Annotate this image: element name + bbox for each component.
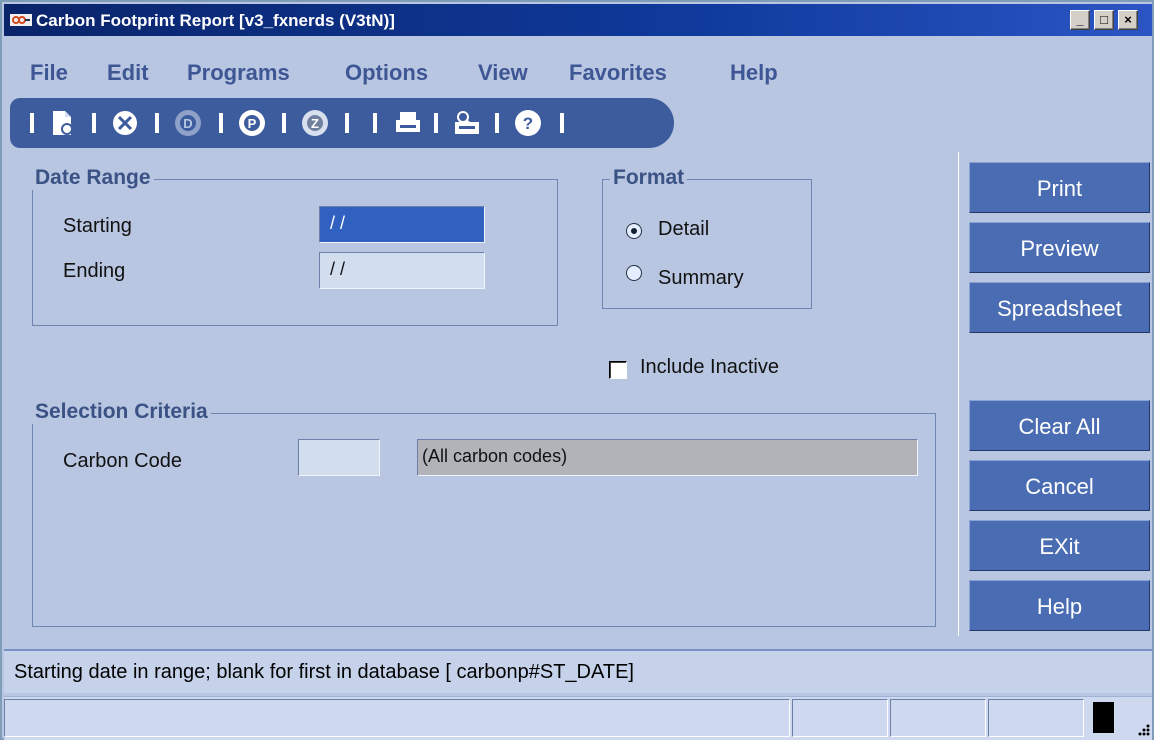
status-pane: [890, 699, 986, 737]
p-icon[interactable]: P: [236, 107, 268, 139]
window-title: Carbon Footprint Report [v3_fxnerds (V3t…: [36, 11, 395, 30]
help-button[interactable]: Help: [969, 580, 1150, 631]
print-icon[interactable]: [392, 107, 424, 139]
summary-label[interactable]: Summary: [658, 267, 744, 290]
toolbar: D P Z ?: [10, 98, 674, 148]
status-indicator-icon: [1093, 702, 1114, 733]
svg-text:?: ?: [523, 114, 533, 133]
carbon-code-label: Carbon Code: [63, 450, 182, 472]
summary-radio[interactable]: [626, 265, 642, 281]
app-logo-icon: [10, 14, 32, 26]
cancel-button[interactable]: Cancel: [969, 460, 1150, 511]
close-button[interactable]: ×: [1118, 10, 1138, 30]
menu-programs[interactable]: Programs: [187, 60, 290, 86]
include-inactive-label[interactable]: Include Inactive: [640, 356, 779, 379]
ending-label: Ending: [63, 260, 126, 282]
new-document-icon[interactable]: [46, 107, 78, 139]
status-pane-main: [4, 699, 790, 737]
toolbar-separator: [219, 113, 223, 133]
svg-text:D: D: [183, 116, 192, 131]
selection-criteria-title: Selection Criteria: [32, 400, 211, 424]
menu-options[interactable]: Options: [345, 60, 428, 86]
application-window: Carbon Footprint Report [v3_fxnerds (V3t…: [0, 0, 1154, 740]
status-message-bar: Starting date in range; blank for first …: [4, 649, 1152, 693]
status-pane: [792, 699, 888, 737]
status-message: Starting date in range; blank for first …: [14, 661, 634, 683]
toolbar-separator: [495, 113, 499, 133]
ending-date-input[interactable]: / /: [319, 252, 485, 289]
d-disabled-icon: D: [175, 110, 201, 136]
status-panes: [4, 696, 1152, 740]
minimize-button[interactable]: _: [1070, 10, 1090, 30]
command-panel: Print Preview Spreadsheet Clear All Canc…: [958, 152, 1154, 636]
detail-label[interactable]: Detail: [658, 218, 709, 241]
menu-edit[interactable]: Edit: [107, 60, 149, 86]
toolbar-separator: [434, 113, 438, 133]
preview-button[interactable]: Preview: [969, 222, 1150, 273]
exit-button[interactable]: EXit: [969, 520, 1150, 571]
date-range-title: Date Range: [32, 166, 154, 190]
help-icon[interactable]: ?: [512, 107, 544, 139]
cancel-icon[interactable]: [109, 107, 141, 139]
format-title: Format: [610, 166, 688, 190]
print-button[interactable]: Print: [969, 162, 1150, 213]
menu-view[interactable]: View: [478, 60, 528, 86]
starting-label: Starting: [63, 215, 132, 237]
svg-text:Z: Z: [311, 116, 319, 131]
svg-text:P: P: [248, 116, 257, 131]
toolbar-separator: [373, 113, 377, 133]
menu-favorites[interactable]: Favorites: [569, 60, 667, 86]
title-bar[interactable]: Carbon Footprint Report [v3_fxnerds (V3t…: [4, 4, 1152, 36]
toolbar-separator: [155, 113, 159, 133]
include-inactive-checkbox[interactable]: [609, 361, 627, 379]
clear-all-button[interactable]: Clear All: [969, 400, 1150, 451]
status-pane: [988, 699, 1084, 737]
carbon-code-description: (All carbon codes): [417, 439, 918, 476]
resize-grip-icon[interactable]: [1132, 720, 1152, 740]
maximize-button[interactable]: □: [1094, 10, 1114, 30]
menu-help[interactable]: Help: [730, 60, 778, 86]
toolbar-separator: [282, 113, 286, 133]
menu-file[interactable]: File: [30, 60, 68, 86]
carbon-code-input[interactable]: [298, 439, 380, 476]
starting-date-input[interactable]: / /: [319, 206, 485, 243]
toolbar-separator: [92, 113, 96, 133]
spreadsheet-button[interactable]: Spreadsheet: [969, 282, 1150, 333]
detail-radio[interactable]: [626, 223, 642, 239]
z-icon[interactable]: Z: [299, 107, 331, 139]
print-preview-icon[interactable]: [451, 107, 483, 139]
toolbar-separator: [30, 113, 34, 133]
toolbar-separator: [345, 113, 349, 133]
toolbar-separator: [560, 113, 564, 133]
